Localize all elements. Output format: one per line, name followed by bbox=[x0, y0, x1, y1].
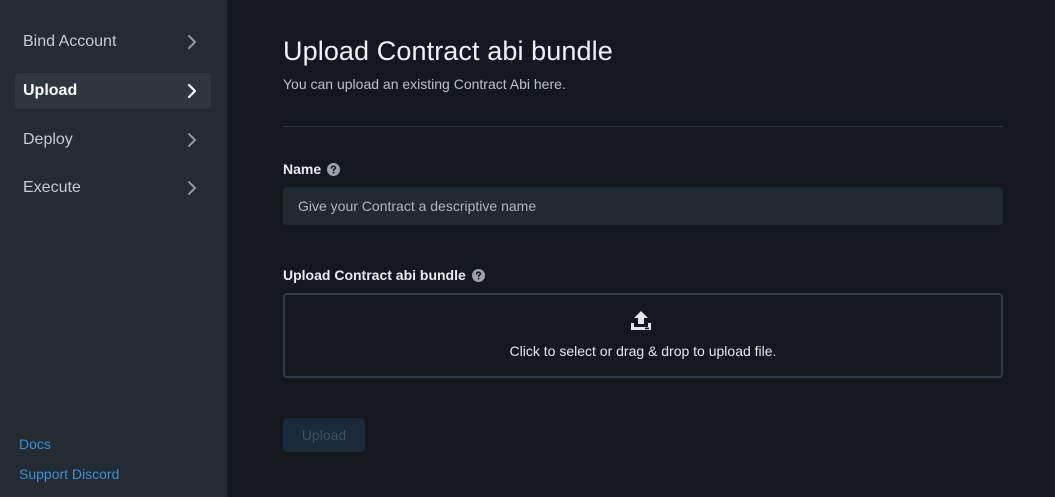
contract-name-input[interactable] bbox=[283, 187, 1003, 225]
sidebar-item-label: Upload bbox=[23, 82, 78, 99]
file-dropzone[interactable]: Click to select or drag & drop to upload… bbox=[283, 293, 1003, 378]
help-icon[interactable] bbox=[471, 268, 485, 282]
chevron-right-icon bbox=[188, 35, 196, 49]
sidebar-item-label: Bind Account bbox=[23, 33, 117, 50]
page-title: Upload Contract abi bundle bbox=[283, 36, 613, 66]
support-discord-link[interactable]: Support Discord bbox=[19, 466, 119, 482]
name-label-text: Name bbox=[283, 161, 322, 177]
docs-link[interactable]: Docs bbox=[19, 436, 51, 452]
sidebar-item-upload[interactable]: Upload bbox=[15, 73, 211, 109]
chevron-right-icon bbox=[188, 133, 196, 147]
bundle-label-text: Upload Contract abi bundle bbox=[283, 267, 466, 283]
upload-icon bbox=[631, 311, 651, 330]
page-subtitle: You can upload an existing Contract Abi … bbox=[283, 76, 566, 92]
dropzone-text: Click to select or drag & drop to upload… bbox=[509, 343, 777, 359]
sidebar: Bind Account Upload Deploy Execute Docs … bbox=[0, 0, 227, 497]
help-icon[interactable] bbox=[327, 162, 341, 176]
name-field-label: Name bbox=[283, 161, 341, 177]
sidebar-item-bind-account[interactable]: Bind Account bbox=[15, 24, 211, 60]
bundle-field-label: Upload Contract abi bundle bbox=[283, 267, 485, 283]
chevron-right-icon bbox=[188, 181, 196, 195]
sidebar-item-execute[interactable]: Execute bbox=[15, 170, 211, 206]
chevron-right-icon bbox=[187, 83, 197, 99]
sidebar-item-label: Deploy bbox=[23, 131, 73, 148]
sidebar-item-deploy[interactable]: Deploy bbox=[15, 122, 211, 158]
sidebar-item-label: Execute bbox=[23, 179, 81, 196]
main-content: Upload Contract abi bundle You can uploa… bbox=[227, 0, 1055, 497]
upload-button[interactable]: Upload bbox=[283, 418, 365, 452]
divider bbox=[283, 126, 1003, 127]
